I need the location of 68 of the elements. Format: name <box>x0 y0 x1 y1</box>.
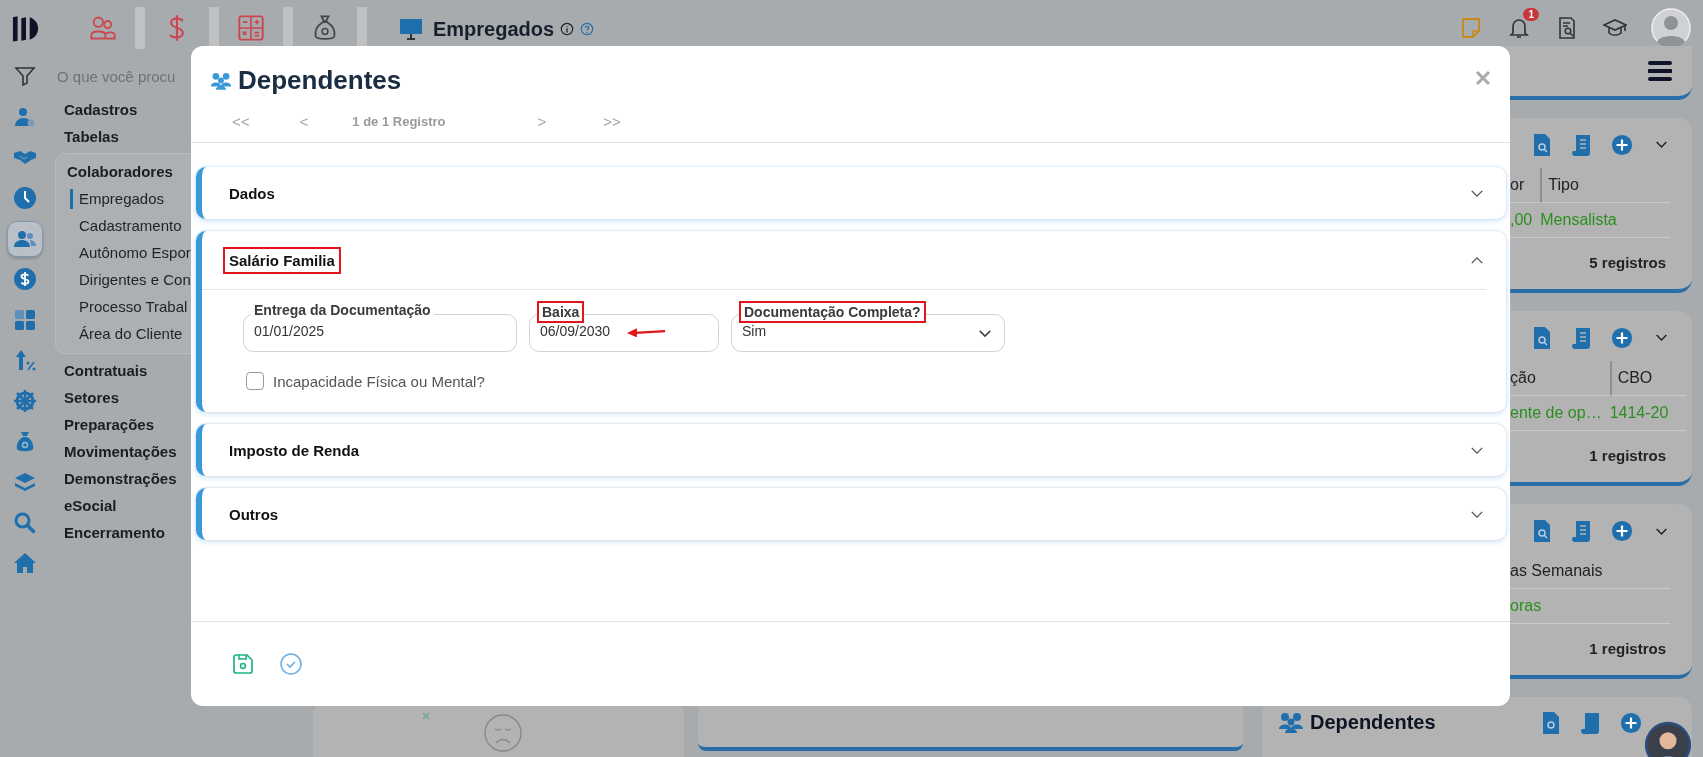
menu-icon[interactable] <box>1648 59 1672 82</box>
column-header: Tipo <box>1540 167 1625 203</box>
search-field[interactable]: O que você procu <box>57 67 237 85</box>
document-search-icon[interactable] <box>1531 519 1553 544</box>
help-icon[interactable] <box>580 22 595 36</box>
chevron-down-icon[interactable] <box>978 329 992 338</box>
table-cell: 1414-20 <box>1609 395 1677 431</box>
logo[interactable] <box>12 14 40 42</box>
calculator-icon[interactable] <box>237 14 265 42</box>
field-value: 01/01/2025 <box>254 323 325 339</box>
notification-badge: 1 <box>1523 8 1539 21</box>
scroll-icon[interactable] <box>1571 519 1593 544</box>
field-value: 06/09/2030 <box>540 323 611 339</box>
people-icon <box>1278 711 1304 734</box>
page-title: Empregados <box>433 17 555 41</box>
field-value: Sim <box>742 323 767 339</box>
people-icon <box>210 70 232 90</box>
chevron-down-icon[interactable] <box>1655 140 1668 150</box>
record-count: 5 registros <box>1589 253 1666 271</box>
checkbox[interactable] <box>246 372 264 390</box>
add-icon[interactable] <box>1611 132 1633 157</box>
sad-face-icon <box>483 713 523 753</box>
scroll-icon[interactable] <box>1571 132 1593 157</box>
document-search-icon[interactable] <box>1531 132 1553 157</box>
bell-icon[interactable] <box>1507 16 1531 40</box>
monitor-icon <box>399 18 423 40</box>
close-icon[interactable] <box>1475 70 1491 86</box>
panel-title: Dependentes <box>1310 711 1436 735</box>
record-count: 1 registros <box>1589 446 1666 464</box>
chevron-down-icon[interactable] <box>1470 509 1484 519</box>
search-icon <box>13 510 37 535</box>
section-title[interactable]: Outros <box>223 500 285 528</box>
chevron-up-icon[interactable] <box>1470 255 1484 265</box>
chevron-down-icon[interactable] <box>1655 333 1668 343</box>
calculator-icon <box>13 307 37 332</box>
scroll-icon[interactable] <box>1579 711 1602 736</box>
check-circle-icon[interactable] <box>279 652 303 676</box>
add-icon[interactable] <box>1611 519 1633 544</box>
scroll-icon[interactable] <box>1571 325 1593 350</box>
section-title[interactable]: Salário Familia <box>223 246 341 274</box>
document-search-icon[interactable] <box>1531 325 1553 350</box>
gear-icon <box>13 389 37 414</box>
chevron-down-icon[interactable] <box>1470 188 1484 198</box>
dialog-title: Dependentes <box>238 64 402 96</box>
chevron-down-icon[interactable] <box>1470 445 1484 455</box>
checkbox-label[interactable]: Incapacidade Física ou Mental? <box>273 372 485 390</box>
avatar[interactable] <box>1651 8 1691 48</box>
info-icon[interactable] <box>560 22 575 36</box>
add-icon[interactable] <box>1619 711 1642 736</box>
home-icon <box>13 551 37 576</box>
filter-icon <box>13 64 37 89</box>
record-status: 1 de 1 Registro <box>352 113 446 129</box>
clock-icon <box>13 186 37 211</box>
record-count: 1 registros <box>1589 640 1666 658</box>
save-icon[interactable] <box>231 652 255 676</box>
chevron-down-icon[interactable] <box>1655 526 1668 536</box>
field-label: Documentação Completa? <box>739 301 926 323</box>
add-icon[interactable] <box>1611 325 1633 350</box>
arrow-up-icon <box>13 348 37 373</box>
field-label: Entrega da Documentação <box>251 301 434 319</box>
people-icon[interactable] <box>89 14 117 42</box>
sidebar-icon-button[interactable] <box>7 220 43 257</box>
column-header: CBO <box>1609 360 1677 396</box>
assistant-avatar[interactable] <box>1644 721 1692 757</box>
dollar-coin-icon <box>13 267 37 292</box>
section-title[interactable]: Imposto de Renda <box>223 436 365 464</box>
table-cell: Mensalista <box>1540 202 1625 238</box>
field-label: Baixa <box>537 301 585 323</box>
